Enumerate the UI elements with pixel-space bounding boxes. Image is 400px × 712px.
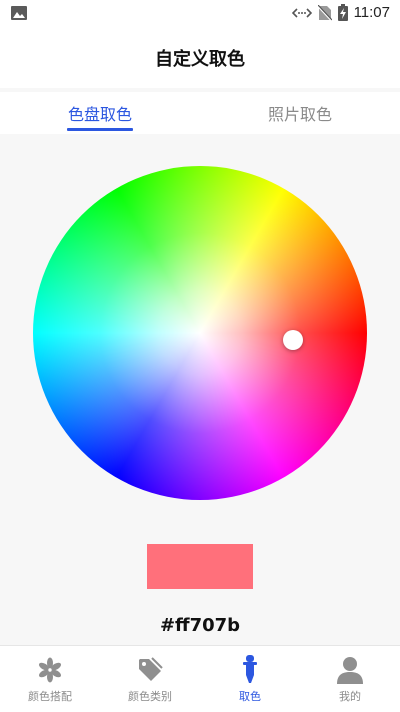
app-header: 自定义取色 — [0, 28, 400, 88]
tab-bar: 色盘取色 照片取色 — [0, 92, 400, 134]
tab-label: 照片取色 — [267, 105, 332, 124]
nav-color-category[interactable]: 颜色类别 — [100, 646, 200, 712]
tab-wheel-picker[interactable]: 色盘取色 — [0, 92, 200, 134]
color-wheel-container — [33, 166, 367, 500]
nav-label: 颜色类别 — [128, 690, 172, 703]
image-notification-icon — [11, 6, 27, 20]
status-time: 11:07 — [353, 4, 390, 21]
dropper-icon — [243, 655, 257, 683]
nav-profile[interactable]: 我的 — [300, 646, 400, 712]
user-icon — [337, 657, 363, 684]
page-title: 自定义取色 — [155, 49, 245, 70]
data-sync-icon — [291, 7, 312, 18]
battery-charging-icon — [337, 4, 348, 21]
tab-photo-picker[interactable]: 照片取色 — [200, 92, 400, 134]
nav-color-picker[interactable]: 取色 — [200, 646, 300, 712]
tag-icon — [139, 657, 163, 681]
color-wheel-handle[interactable] — [283, 330, 303, 350]
nav-label: 颜色搭配 — [28, 690, 72, 703]
nav-label: 取色 — [239, 690, 261, 703]
status-bar: 11:07 — [0, 0, 400, 28]
nav-label: 我的 — [339, 690, 361, 703]
asterisk-icon — [38, 657, 62, 683]
no-sim-icon — [317, 4, 332, 21]
hex-value: #ff707b — [159, 615, 241, 636]
selected-color-swatch — [147, 544, 253, 589]
nav-color-matching[interactable]: 颜色搭配 — [0, 646, 100, 712]
color-wheel[interactable] — [33, 166, 367, 500]
tab-label: 色盘取色 — [67, 105, 132, 124]
bottom-nav: 颜色搭配 颜色类别 取色 我的 — [0, 645, 400, 712]
